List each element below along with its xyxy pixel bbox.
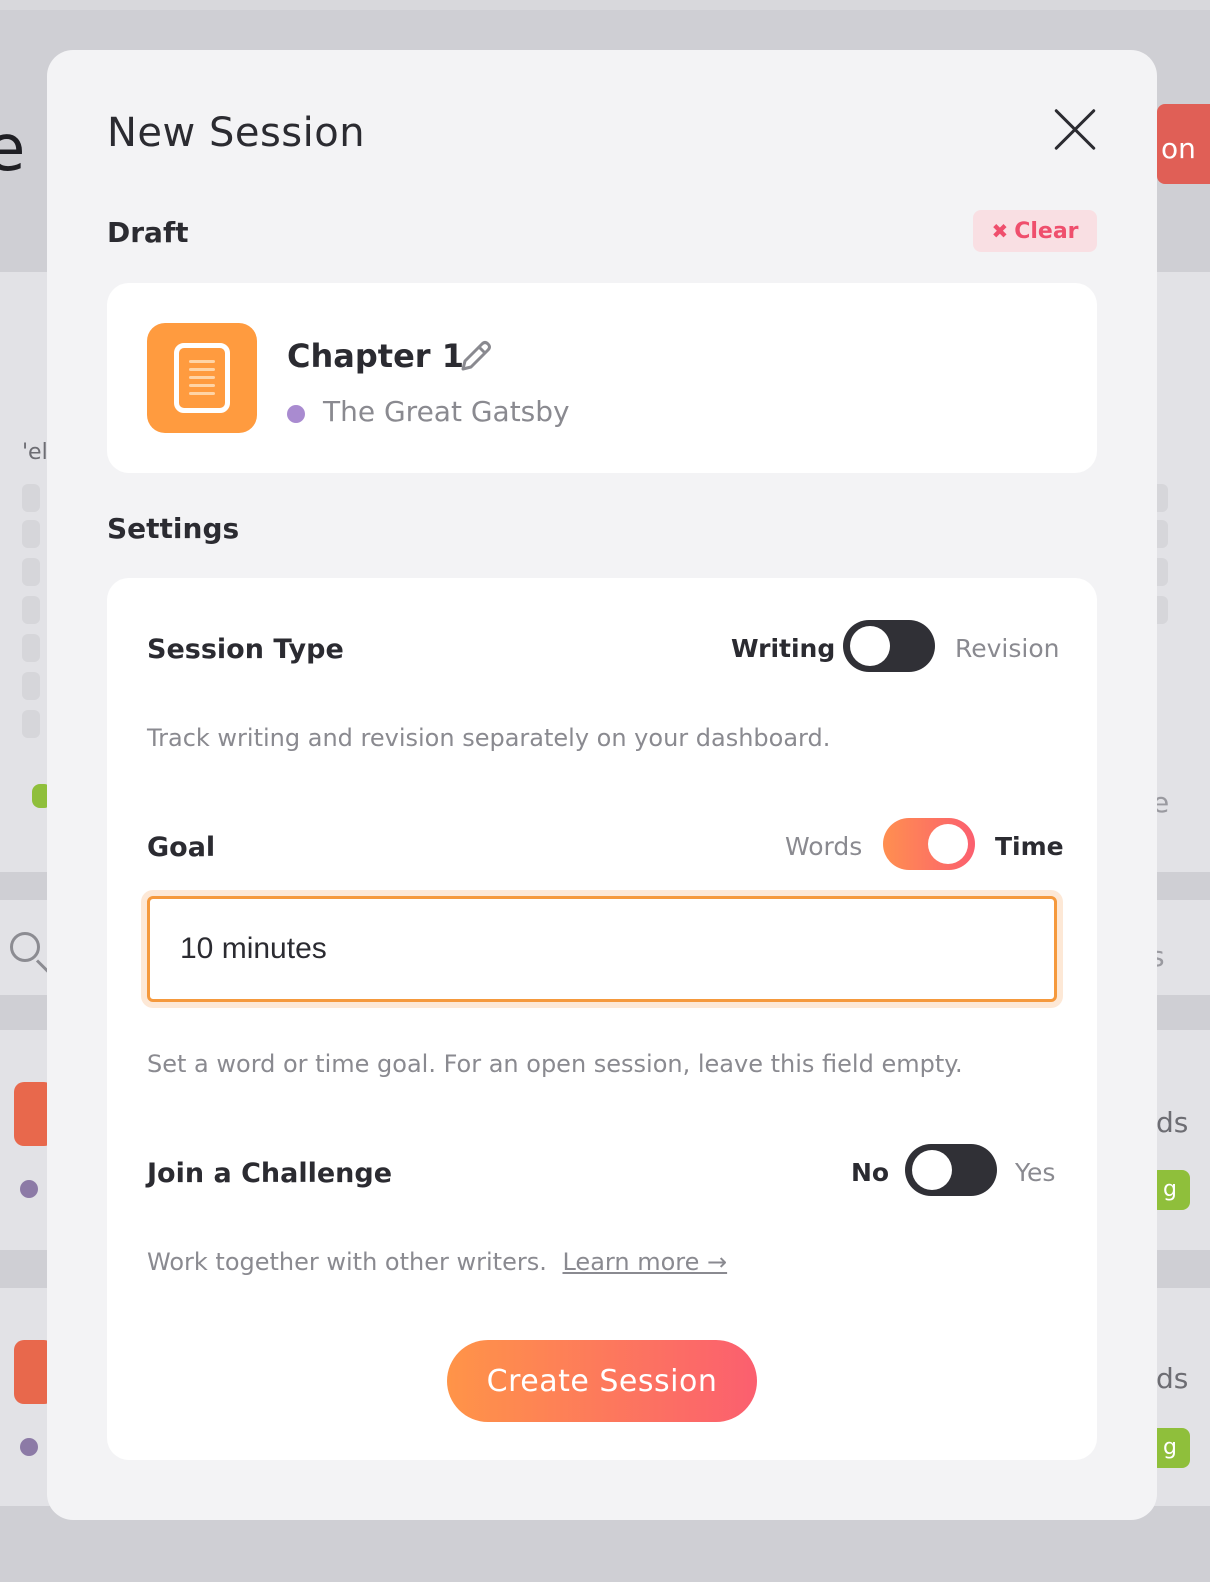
draft-title: Chapter 1 — [287, 337, 464, 375]
toggle-knob — [912, 1150, 952, 1190]
goal-option-words[interactable]: Words — [785, 832, 862, 861]
goal-input-focus-ring — [141, 890, 1063, 1008]
learn-more-link[interactable]: Learn more → — [562, 1248, 727, 1276]
create-session-button[interactable]: Create Session — [447, 1340, 757, 1422]
goal-label: Goal — [147, 832, 216, 863]
pencil-icon[interactable] — [455, 337, 495, 377]
modal-title: New Session — [107, 110, 366, 156]
background-placeholder — [22, 558, 40, 586]
session-type-helper: Track writing and revision separately on… — [147, 724, 831, 752]
clear-x-icon: ✖ — [991, 219, 1009, 243]
close-icon[interactable] — [1051, 106, 1099, 154]
background-placeholder — [22, 520, 40, 548]
session-type-toggle[interactable] — [843, 620, 935, 672]
session-type-label: Session Type — [147, 634, 344, 665]
background-placeholder — [22, 596, 40, 624]
challenge-option-no[interactable]: No — [851, 1158, 889, 1187]
challenge-helper: Work together with other writers. Learn … — [147, 1248, 727, 1276]
draft-section-label: Draft — [107, 216, 189, 249]
background-button-fragment: on — [1157, 104, 1210, 184]
background-placeholder — [22, 710, 40, 738]
project-color-dot — [287, 405, 305, 423]
background-dot — [20, 1180, 38, 1198]
background-placeholder — [22, 484, 40, 512]
toggle-knob — [850, 626, 890, 666]
challenge-toggle[interactable] — [905, 1144, 997, 1196]
document-icon — [147, 323, 257, 433]
draft-card[interactable]: Chapter 1 The Great Gatsby — [107, 283, 1097, 473]
goal-type-toggle[interactable] — [883, 818, 975, 870]
settings-card: Session Type Writing Revision Track writ… — [107, 578, 1097, 1460]
session-type-option-revision[interactable]: Revision — [955, 634, 1059, 663]
background-placeholder — [22, 634, 40, 662]
project-name: The Great Gatsby — [323, 395, 570, 428]
challenge-option-yes[interactable]: Yes — [1015, 1158, 1055, 1187]
toggle-knob — [928, 824, 968, 864]
background-search-icon — [10, 932, 40, 962]
background-text-fragment: ds — [1156, 1106, 1189, 1139]
background-text-fragment: ds — [1156, 1362, 1189, 1395]
background-text-fragment: 'el — [22, 440, 48, 465]
session-type-option-writing[interactable]: Writing — [731, 634, 835, 663]
clear-label: Clear — [1014, 218, 1079, 244]
goal-helper: Set a word or time goal. For an open ses… — [147, 1050, 963, 1078]
challenge-label: Join a Challenge — [147, 1158, 393, 1189]
background-placeholder — [22, 672, 40, 700]
goal-option-time[interactable]: Time — [995, 832, 1064, 861]
background-dot — [20, 1438, 38, 1456]
challenge-helper-text: Work together with other writers. — [147, 1248, 547, 1276]
clear-button[interactable]: ✖ Clear — [973, 210, 1097, 252]
new-session-modal: New Session Draft ✖ Clear Chapter 1 The … — [47, 50, 1157, 1520]
goal-input[interactable] — [147, 896, 1057, 1002]
background-title-fragment: e — [0, 112, 26, 186]
settings-section-label: Settings — [107, 512, 240, 545]
